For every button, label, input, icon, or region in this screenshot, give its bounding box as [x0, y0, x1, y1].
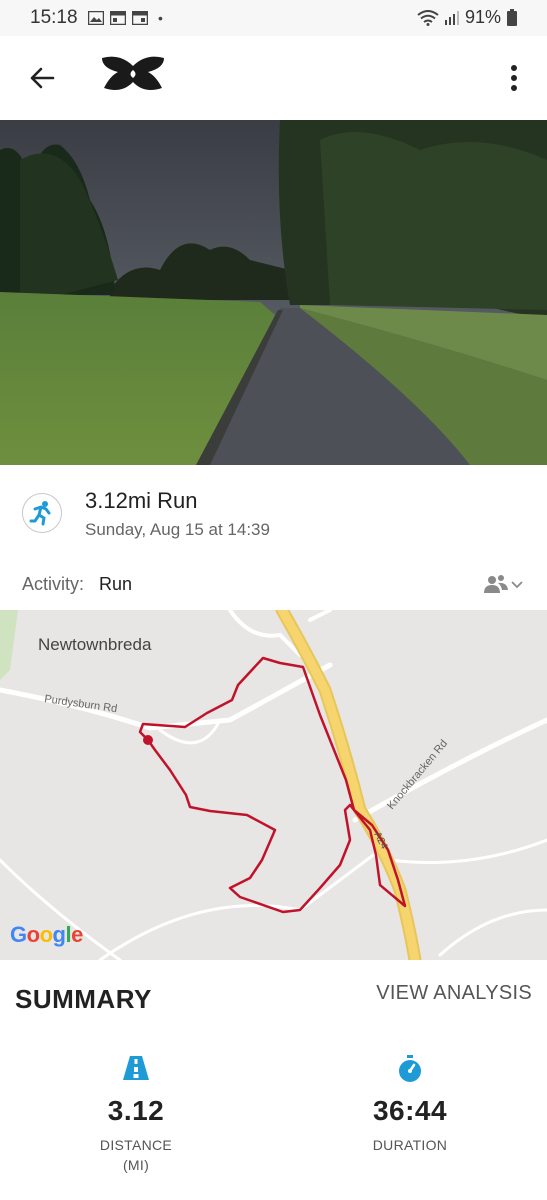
runner-icon: [29, 501, 51, 526]
activity-photo-image: [0, 120, 547, 465]
activity-type-value: Run: [99, 574, 133, 594]
signal-icon: [444, 10, 459, 25]
duration-value: 36:44: [372, 1095, 448, 1126]
road-label-purdysburn: Purdysburn Rd: [44, 693, 118, 715]
distance-unit: (MI): [122, 1157, 150, 1173]
back-button[interactable]: [22, 58, 62, 98]
distance-value: 3.12: [107, 1095, 165, 1126]
duration-label-text: DURATION: [372, 1137, 448, 1153]
under-armour-logo: [102, 56, 164, 90]
activity-header: 3.12mi Run Sunday, Aug 15 at 14:39: [0, 465, 547, 560]
more-vertical-icon-dot: [511, 65, 517, 71]
summary-header: SUMMARY VIEW ANALYSIS: [0, 960, 547, 1040]
duration-stat: 36:44 DURATION: [310, 1055, 510, 1155]
more-vertical-icon-dot: [511, 75, 517, 81]
battery-percent: 91%: [464, 7, 501, 27]
route-map[interactable]: Purdysburn Rd Knockbracken Rd A24 Newtow…: [0, 610, 547, 960]
summary-title: SUMMARY: [15, 984, 152, 1014]
activity-date: Sunday, Aug 15 at 14:39: [85, 520, 270, 539]
app-bar: [0, 36, 547, 120]
activity-photo[interactable]: [0, 120, 547, 465]
route-start-marker: [143, 735, 153, 745]
privacy-dropdown-button[interactable]: [483, 572, 525, 598]
notification-icons: •: [88, 10, 163, 26]
wifi-icon: [417, 9, 439, 26]
distance-stat: 3.12 DISTANCE (MI): [36, 1055, 236, 1175]
status-time: 15:18: [30, 7, 78, 28]
calendar-notification-icon-2: [132, 11, 148, 25]
chevron-down-icon: [511, 581, 523, 589]
map-place-label: Newtownbreda: [38, 635, 152, 654]
road-icon: [123, 1056, 149, 1080]
distance-label: DISTANCE (MI): [36, 1135, 236, 1175]
system-icons: 91%: [417, 7, 517, 28]
friends-privacy-icon: [484, 575, 508, 593]
route-map-canvas: Purdysburn Rd Knockbracken Rd A24: [0, 610, 547, 960]
status-bar: 15:18 • 91%: [0, 0, 547, 36]
activity-type-label: Activity:: [22, 574, 85, 594]
google-attribution: Google: [10, 922, 83, 947]
run-activity-icon: [22, 493, 62, 533]
calendar-notification-icon: [110, 11, 126, 25]
stopwatch-icon: [399, 1055, 421, 1082]
arrow-left-icon: [30, 67, 55, 89]
activity-title: 3.12mi Run: [85, 488, 198, 513]
image-notification-icon: [88, 11, 104, 25]
activity-type-row: Activity: Run: [0, 560, 547, 610]
distance-label-text: DISTANCE: [99, 1137, 173, 1153]
duration-label: DURATION: [310, 1135, 510, 1155]
more-notifications-dot: •: [158, 10, 163, 26]
view-analysis-button[interactable]: VIEW ANALYSIS: [376, 982, 532, 1005]
more-vertical-icon-dot: [511, 85, 517, 91]
more-options-button[interactable]: [499, 58, 529, 98]
battery-icon: [507, 9, 517, 26]
